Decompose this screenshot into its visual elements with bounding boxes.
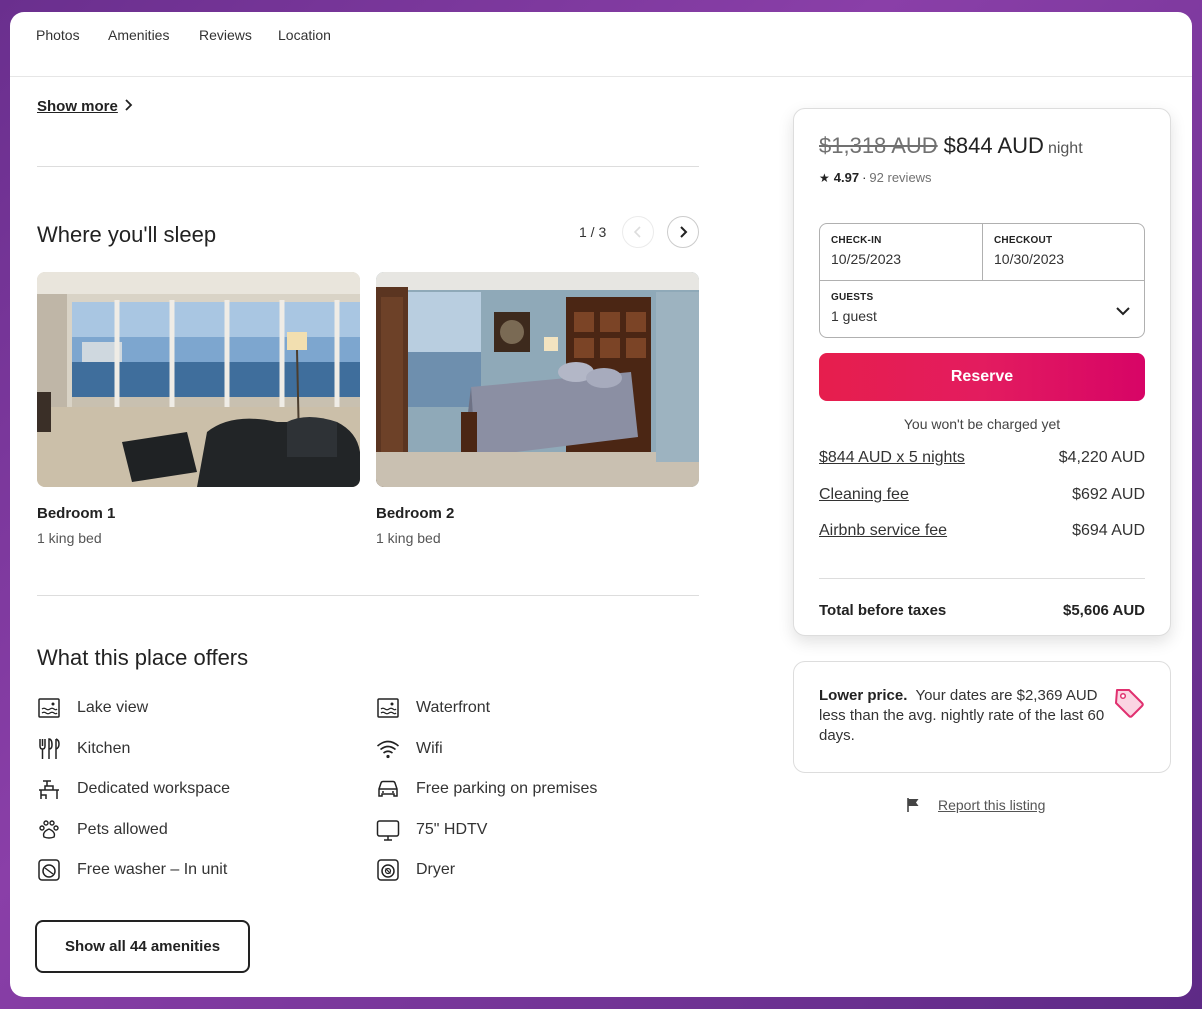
star-icon: ★ bbox=[819, 170, 830, 185]
divider bbox=[37, 595, 699, 596]
fee-amount: $694 AUD bbox=[1072, 522, 1145, 539]
divider bbox=[37, 166, 699, 167]
lower-price-card: Lower price. Your dates are $2,369 AUD l… bbox=[793, 661, 1171, 773]
amenity-label: Free parking on premises bbox=[416, 780, 598, 797]
checkout-value: 10/30/2023 bbox=[994, 251, 1065, 267]
report-listing-link[interactable]: Report this listing bbox=[906, 797, 1045, 813]
room-name: Bedroom 2 bbox=[376, 505, 455, 522]
cleaning-fee-link[interactable]: Cleaning fee bbox=[819, 486, 909, 504]
room-bed: 1 king bed bbox=[376, 530, 441, 546]
date-guest-picker: CHECK-IN 10/25/2023 CHECKOUT 10/30/2023 … bbox=[819, 223, 1145, 338]
nightly-breakdown-link[interactable]: $844 AUD x 5 nights bbox=[819, 449, 965, 467]
checkout-field[interactable]: CHECKOUT 10/30/2023 bbox=[983, 224, 1144, 281]
lower-price-heading: Lower price. bbox=[819, 687, 908, 704]
amenity-label: Lake view bbox=[77, 699, 149, 716]
bedroom-2-photo[interactable] bbox=[376, 272, 699, 487]
photo-pager: 1 / 3 bbox=[579, 224, 607, 240]
discounted-price: $844 AUD bbox=[943, 133, 1044, 158]
section-nav: Photos Amenities Reviews Location bbox=[10, 12, 1192, 77]
report-listing-label: Report this listing bbox=[938, 797, 1046, 813]
divider bbox=[819, 578, 1145, 579]
amenity-item: Wifi bbox=[376, 737, 443, 761]
waterfront-icon bbox=[376, 696, 400, 720]
rating-value: 4.97 bbox=[833, 170, 860, 185]
amenity-label: Kitchen bbox=[77, 740, 131, 757]
total-amount: $5,606 AUD bbox=[1063, 602, 1145, 619]
workspace-icon bbox=[37, 777, 61, 801]
offers-title: What this place offers bbox=[37, 645, 249, 670]
price-unit: night bbox=[1047, 140, 1083, 157]
rating-separator: · bbox=[862, 170, 867, 185]
fee-row: $844 AUD x 5 nights $4,220 AUD bbox=[819, 449, 1145, 467]
show-more-label: Show more bbox=[37, 98, 118, 115]
reviews-link[interactable]: 92 reviews bbox=[869, 170, 931, 185]
chevron-down-icon bbox=[1116, 303, 1130, 321]
checkin-field[interactable]: CHECK-IN 10/25/2023 bbox=[820, 224, 983, 281]
amenity-item: Free washer – In unit bbox=[37, 858, 227, 882]
rating-row: ★ 4.97 · 92 reviews bbox=[819, 170, 932, 185]
room-name: Bedroom 1 bbox=[37, 505, 116, 522]
service-fee-link[interactable]: Airbnb service fee bbox=[819, 522, 947, 540]
amenity-label: 75" HDTV bbox=[416, 821, 488, 838]
listing-window: Photos Amenities Reviews Location Show m… bbox=[10, 12, 1192, 997]
sleep-title: Where you'll sleep bbox=[37, 222, 217, 247]
car-icon bbox=[376, 777, 400, 801]
amenity-label: Dedicated workspace bbox=[77, 780, 230, 797]
price-row: $1,318 AUD $844 AUD night bbox=[819, 133, 1083, 159]
amenity-item: Lake view bbox=[37, 696, 148, 720]
show-more-link[interactable]: Show more bbox=[37, 98, 133, 115]
amenity-item: 75" HDTV bbox=[376, 818, 487, 842]
fee-amount: $692 AUD bbox=[1072, 486, 1145, 503]
dryer-icon bbox=[376, 858, 400, 882]
chevron-right-icon bbox=[680, 226, 688, 238]
prev-button[interactable] bbox=[622, 216, 654, 248]
reserve-button[interactable]: Reserve bbox=[819, 353, 1145, 401]
wifi-icon bbox=[376, 737, 400, 761]
room-bed: 1 king bed bbox=[37, 530, 102, 546]
amenity-item: Pets allowed bbox=[37, 818, 168, 842]
lake-view-icon bbox=[37, 696, 61, 720]
checkout-label: CHECKOUT bbox=[994, 235, 1053, 246]
amenity-label: Waterfront bbox=[416, 699, 491, 716]
amenity-label: Free washer – In unit bbox=[77, 861, 228, 878]
amenity-item: Kitchen bbox=[37, 737, 130, 761]
amenity-item: Free parking on premises bbox=[376, 777, 597, 801]
fee-amount: $4,220 AUD bbox=[1058, 449, 1145, 466]
kitchen-icon bbox=[37, 737, 61, 761]
original-price: $1,318 AUD bbox=[819, 133, 938, 158]
total-row: Total before taxes $5,606 AUD bbox=[819, 602, 1145, 619]
lower-price-text: Lower price. Your dates are $2,369 AUD l… bbox=[819, 686, 1109, 746]
no-charge-note: You won't be charged yet bbox=[903, 416, 1061, 432]
amenity-label: Pets allowed bbox=[77, 821, 168, 838]
next-button[interactable] bbox=[667, 216, 699, 248]
tab-location[interactable]: Location bbox=[278, 27, 331, 43]
amenity-item: Dryer bbox=[376, 858, 455, 882]
checkin-label: CHECK-IN bbox=[831, 235, 882, 246]
paw-icon bbox=[37, 818, 61, 842]
fee-row: Airbnb service fee $694 AUD bbox=[819, 522, 1145, 540]
show-all-amenities-button[interactable]: Show all 44 amenities bbox=[35, 920, 250, 973]
tab-photos[interactable]: Photos bbox=[36, 27, 80, 43]
total-label: Total before taxes bbox=[819, 602, 947, 619]
tab-reviews[interactable]: Reviews bbox=[199, 27, 252, 43]
tv-icon bbox=[376, 818, 400, 842]
washer-icon bbox=[37, 858, 61, 882]
chevron-right-icon bbox=[124, 98, 133, 114]
flag-icon bbox=[906, 797, 922, 813]
guests-field[interactable]: GUESTS 1 guest bbox=[820, 281, 1144, 337]
price-tag-icon bbox=[1112, 686, 1146, 720]
guests-value: 1 guest bbox=[831, 308, 877, 324]
booking-card: $1,318 AUD $844 AUD night ★ 4.97 · 92 revi… bbox=[793, 108, 1171, 636]
amenity-item: Dedicated workspace bbox=[37, 777, 230, 801]
tab-amenities[interactable]: Amenities bbox=[108, 27, 169, 43]
bedroom-1-photo[interactable] bbox=[37, 272, 360, 487]
amenity-label: Dryer bbox=[416, 861, 456, 878]
amenity-item: Waterfront bbox=[376, 696, 490, 720]
chevron-left-icon bbox=[633, 226, 641, 238]
fee-row: Cleaning fee $692 AUD bbox=[819, 486, 1145, 504]
checkin-value: 10/25/2023 bbox=[831, 251, 902, 267]
amenity-label: Wifi bbox=[416, 740, 443, 757]
guests-label: GUESTS bbox=[831, 292, 874, 303]
